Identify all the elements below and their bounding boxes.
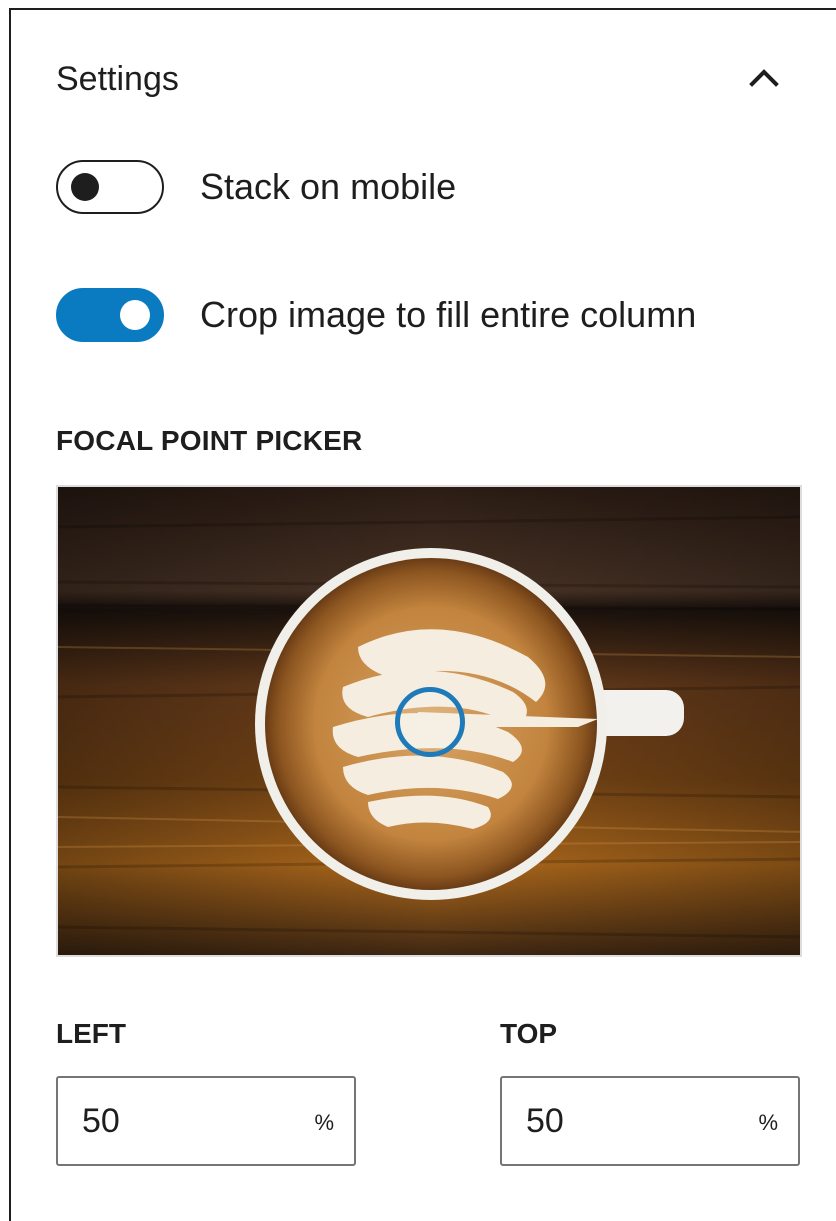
toggle-knob — [120, 300, 150, 330]
settings-header[interactable]: Settings — [11, 10, 836, 150]
crop-image-label: Crop image to fill entire column — [200, 294, 697, 335]
crop-image-toggle[interactable] — [56, 288, 164, 342]
left-input[interactable] — [58, 1101, 278, 1141]
settings-title: Settings — [56, 60, 179, 98]
top-field: % — [500, 1076, 800, 1166]
settings-panel: Settings Stack on mobile Crop image to f… — [9, 8, 836, 1221]
top-input[interactable] — [502, 1101, 722, 1141]
stack-on-mobile-toggle[interactable] — [56, 160, 164, 214]
top-unit: % — [758, 1110, 778, 1135]
chevron-up-icon[interactable] — [744, 58, 784, 98]
toggle-knob — [71, 173, 99, 201]
crop-image-row: Crop image to fill entire column — [56, 288, 696, 342]
top-label: TOP — [500, 1018, 558, 1049]
focal-point-picker-label: FOCAL POINT PICKER — [56, 425, 363, 456]
stack-on-mobile-label: Stack on mobile — [200, 166, 457, 207]
left-field: % — [56, 1076, 356, 1166]
focal-point-picker[interactable] — [56, 485, 802, 957]
stack-on-mobile-row: Stack on mobile — [56, 160, 456, 214]
left-label: LEFT — [56, 1018, 126, 1049]
left-unit: % — [314, 1110, 334, 1135]
focal-point-handle-icon[interactable] — [395, 687, 465, 757]
